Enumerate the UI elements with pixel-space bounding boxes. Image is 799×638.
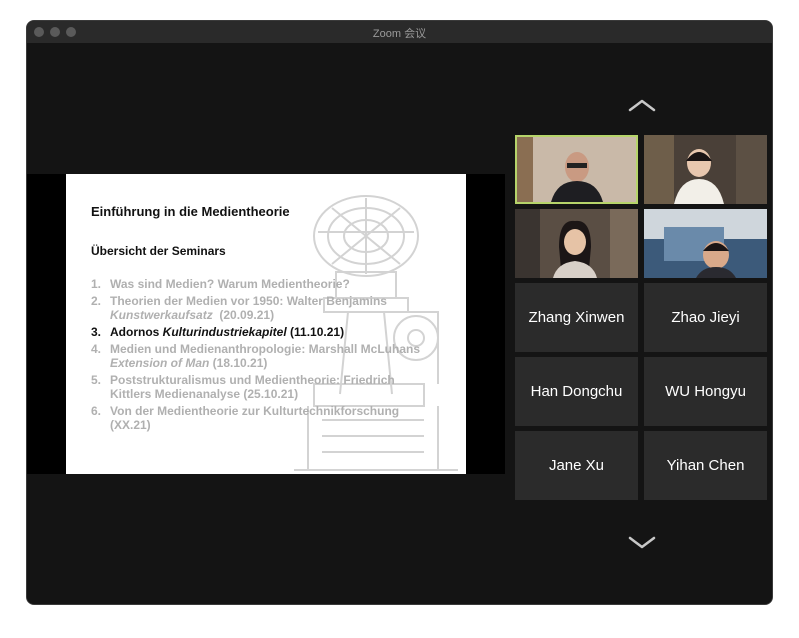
participant-tile[interactable]: Zhao Jieyi (644, 283, 767, 352)
seminar-item: 1. Was sind Medien? Warum Medientheorie? (91, 277, 350, 291)
participant-name: Yihan Chen (666, 457, 745, 474)
participant-video (644, 209, 767, 278)
participant-tile[interactable]: Yihan Chen (644, 431, 767, 500)
participant-name: Zhang Xinwen (528, 309, 625, 326)
zoom-window: Zoom 会议 Einführung in die Medientheorie … (26, 20, 773, 605)
participant-tile[interactable]: Zhang Xinwen (515, 283, 638, 352)
participant-video (644, 135, 767, 204)
seminar-item: 6. Von der Medientheorie zur Kulturtechn… (91, 404, 400, 432)
chevron-up-icon[interactable] (627, 97, 657, 113)
participant-tile[interactable]: Jane Xu (515, 431, 638, 500)
slide-subtitle: Übersicht der Seminars (91, 244, 226, 258)
video-tile[interactable] (515, 209, 638, 278)
participant-video (517, 137, 636, 202)
video-tile[interactable] (644, 209, 767, 278)
participant-name: WU Hongyu (665, 383, 746, 400)
participant-tile[interactable]: WU Hongyu (644, 357, 767, 426)
participant-name: Zhao Jieyi (671, 309, 740, 326)
video-tile[interactable] (644, 135, 767, 204)
participant-name: Jane Xu (548, 457, 605, 474)
participant-video (515, 209, 638, 278)
title-bar: Zoom 会议 (27, 21, 772, 43)
slide-title: Einführung in die Medientheorie (91, 204, 290, 219)
participant-name: Han Dongchu (530, 383, 623, 400)
seminar-item-current: 3. Adornos Kulturindustriekapitel (11.10… (91, 325, 345, 339)
seminar-list: 1. Was sind Medien? Warum Medientheorie?… (91, 277, 441, 435)
presentation-slide: Einführung in die Medientheorie Übersich… (66, 174, 466, 474)
window-title: Zoom 会议 (372, 28, 427, 40)
seminar-item: 4. Medien und Medienanthropologie: Marsh… (91, 342, 421, 370)
participant-tile[interactable]: Han Dongchu (515, 357, 638, 426)
screen-share: Einführung in die Medientheorie Übersich… (27, 174, 505, 474)
seminar-item: 5. Poststrukturalismus und Medientheorie… (91, 373, 395, 401)
video-tile-active-speaker[interactable] (515, 135, 638, 204)
chevron-down-icon[interactable] (627, 535, 657, 551)
seminar-item: 2. Theorien der Medien vor 1950: Walter … (91, 294, 387, 322)
